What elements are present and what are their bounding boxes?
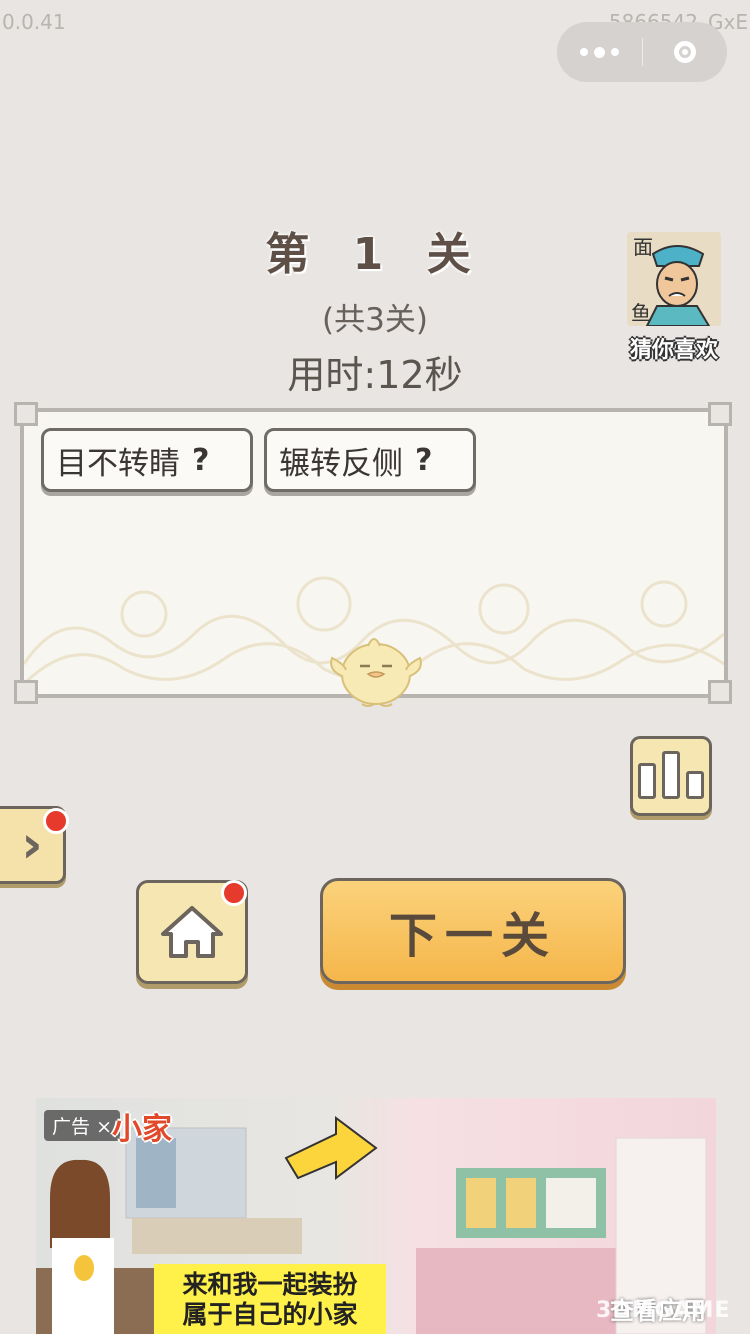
recommend-label: 猜你喜欢 [629, 338, 718, 363]
version-label: 0.0.41 [2, 10, 66, 34]
close-mini-program-button[interactable] [643, 22, 727, 82]
chevron-right-icon: › [21, 815, 43, 875]
recommend-button[interactable]: 面 鱼 猜你喜欢 [622, 232, 726, 364]
bar-chart-icon [662, 751, 680, 799]
ad-close-icon[interactable]: × [96, 1116, 112, 1138]
more-dot-icon [611, 48, 619, 56]
mini-program-capsule [557, 22, 727, 82]
question-mark-icon[interactable]: ? [192, 443, 209, 478]
ad-caption-line: 属于自己的小家 [182, 1300, 358, 1329]
bar-chart-icon [638, 763, 656, 799]
answer-chip[interactable]: 辗转反侧 ? [264, 428, 476, 492]
chick-mascot-icon [330, 638, 422, 707]
board-corner [14, 680, 38, 704]
board-corner [708, 402, 732, 426]
more-dot-icon [580, 48, 588, 56]
home-icon [161, 906, 223, 958]
ad-caption: 来和我一起装扮 属于自己的小家 [154, 1264, 386, 1334]
next-level-button[interactable]: 下一关 [320, 878, 626, 984]
more-menu-button[interactable] [557, 22, 642, 82]
bar-chart-icon [686, 771, 704, 799]
ad-tag: 广告 × [44, 1110, 120, 1141]
svg-text:面: 面 [633, 235, 653, 259]
ad-logo: 小家 [112, 1112, 172, 1147]
notification-badge [221, 880, 247, 906]
answer-chip[interactable]: 目不转睛 ? [41, 428, 253, 492]
game-screen: 0.0.41 5866542_GxE 第 1 关 (共3关) 用时:12秒 面 … [0, 0, 750, 1334]
notification-badge [43, 808, 69, 834]
svg-text:鱼: 鱼 [631, 301, 651, 325]
game-thumbnail-icon: 面 鱼 [627, 232, 721, 326]
target-icon [674, 41, 696, 63]
leaderboard-button[interactable] [630, 736, 712, 816]
board-corner [708, 680, 732, 704]
more-dot-icon [594, 46, 605, 58]
question-mark-icon[interactable]: ? [415, 443, 432, 478]
ad-label: 广告 [52, 1116, 91, 1138]
ad-caption-line: 来和我一起装扮 [182, 1270, 358, 1299]
answer-text: 辗转反侧 [279, 445, 403, 482]
answer-text: 目不转睛 [56, 445, 180, 482]
board-corner [14, 402, 38, 426]
watermark: 3DMGAME [596, 1298, 731, 1323]
